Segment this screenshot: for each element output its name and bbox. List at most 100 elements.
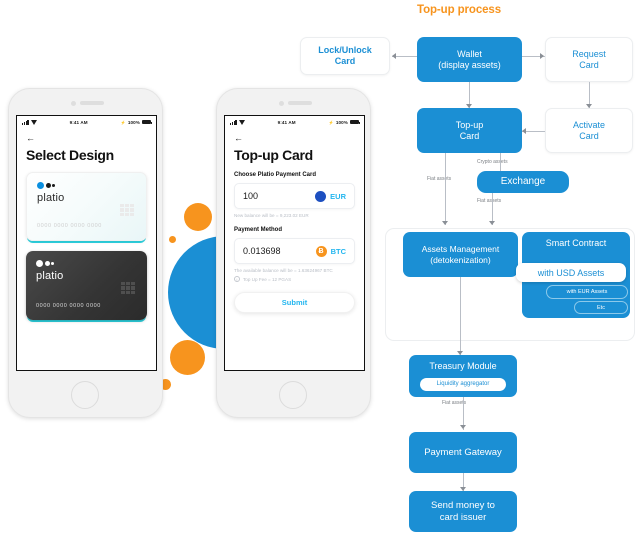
node-smart-contract-etc-label: Etc	[597, 304, 605, 311]
node-send-money[interactable]: Send money to card issuer	[409, 491, 517, 532]
design-card-light[interactable]: platio 0000 0000 0000 0000	[26, 172, 147, 241]
phone-right-body: ← Top-up Card Choose Platio Payment Card…	[225, 128, 364, 313]
back-button-left[interactable]: ←	[26, 134, 147, 143]
node-activate-card[interactable]: Activate Card	[545, 108, 633, 153]
node-lock-unlock-card-label: Lock/Unlock Card	[318, 45, 372, 66]
node-exchange-label: Exchange	[500, 175, 546, 187]
node-assets-management[interactable]: Assets Management (detokenization)	[403, 232, 518, 277]
status-time: 9:41 AM	[69, 119, 88, 125]
card-number-dark: 0000 0000 0000 0000	[36, 303, 101, 309]
node-lock-unlock-card[interactable]: Lock/Unlock Card	[300, 37, 390, 75]
card-brand-dark: platio	[36, 270, 64, 282]
node-assets-management-label: Assets Management (detokenization)	[421, 244, 500, 265]
phone-speaker	[80, 101, 104, 105]
currency-selector-eur[interactable]: EUR	[315, 190, 346, 202]
node-liquidity-aggregator[interactable]: Liquidity aggregator	[420, 378, 506, 391]
arrow-treasury-to-gateway	[460, 425, 466, 429]
status-battery-group: ⚡ 100%	[120, 119, 152, 125]
info-icon: i	[234, 276, 240, 282]
phone-camera-icon-right	[279, 101, 284, 106]
status-battery-percent-right: 100%	[335, 119, 348, 125]
battery-icon	[142, 119, 152, 125]
card-number-light: 0000 0000 0000 0000	[37, 223, 102, 229]
arrow-exchange-to-assets	[489, 221, 495, 225]
battery-icon-right	[350, 119, 360, 125]
status-battery-percent: 100%	[127, 119, 140, 125]
btc-coin-icon: Ƀ	[315, 245, 327, 257]
page-title-topup-card: Top-up Card	[234, 147, 313, 163]
arrow-wallet-to-request	[540, 53, 544, 59]
phone-camera-icon	[71, 101, 76, 106]
edge-label-fiat-left: Fiat assets	[427, 176, 452, 182]
status-signal-group	[22, 119, 37, 125]
node-smart-contract-usd-label: with USD Assets	[537, 267, 605, 278]
charging-bolt-icon-right: ⚡	[328, 119, 334, 125]
payment-method-label: Payment Method	[234, 227, 283, 233]
status-time-right: 9:41 AM	[277, 119, 296, 125]
node-smart-contract-etc[interactable]: Etc	[574, 301, 628, 314]
home-button-right[interactable]	[279, 381, 307, 409]
decor-circle-orange-top	[184, 203, 212, 231]
currency-code-btc: BTC	[330, 246, 346, 256]
wifi-icon	[30, 119, 37, 125]
node-treasury-module[interactable]: Treasury Module Liquidity aggregator	[409, 355, 517, 397]
node-smart-contract-eur[interactable]: with EUR Assets	[546, 285, 628, 299]
phone-right: 9:41 AM ⚡ 100% ← Top-up Card Choose Plat…	[216, 88, 371, 418]
design-card-dark[interactable]: platio 0000 0000 0000 0000	[26, 251, 147, 320]
card-brand-light: platio	[37, 192, 65, 204]
phone-left-screen: 9:41 AM ⚡ 100% ← Select Design platio 00…	[16, 115, 157, 371]
status-signal-group-right	[230, 119, 245, 125]
node-payment-gateway[interactable]: Payment Gateway	[409, 432, 517, 473]
card-chip-icon-light	[120, 204, 134, 216]
node-request-card-label: Request Card	[572, 48, 606, 70]
edge-topup-to-assets	[445, 153, 446, 225]
back-button-right[interactable]: ←	[234, 134, 355, 143]
status-battery-group-right: ⚡ 100%	[328, 119, 360, 125]
topup-fee-text: Top Up Fee = 12 PGAS	[243, 276, 292, 282]
status-bar-right: 9:41 AM ⚡ 100%	[225, 116, 364, 128]
edge-topup-to-exchange	[500, 153, 501, 171]
currency-code-eur: EUR	[330, 191, 346, 201]
platio-logo-icon	[37, 182, 136, 189]
crypto-value: 0.013698	[243, 246, 281, 256]
node-exchange[interactable]: Exchange	[477, 171, 569, 193]
screenshot-root: 9:41 AM ⚡ 100% ← Select Design platio 00…	[0, 0, 640, 537]
available-balance-hint: The available balance will be = 1.636249…	[234, 268, 333, 273]
node-topup-card[interactable]: Top-up Card	[417, 108, 522, 153]
submit-button[interactable]: Submit	[234, 292, 355, 313]
wifi-icon-right	[238, 119, 245, 125]
platio-logo-icon-dark	[36, 260, 137, 267]
topup-fee-row: i Top Up Fee = 12 PGAS	[234, 276, 355, 282]
currency-selector-btc[interactable]: Ƀ BTC	[315, 245, 346, 257]
arrow-activate-to-topup	[522, 128, 526, 134]
edge-label-crypto-assets: Crypto assets	[477, 159, 508, 165]
edge-assets-to-treasury	[460, 277, 461, 355]
phone-left: 9:41 AM ⚡ 100% ← Select Design platio 00…	[8, 88, 163, 418]
node-request-card[interactable]: Request Card	[545, 37, 633, 82]
amount-input-btc[interactable]: 0.013698 Ƀ BTC	[234, 238, 355, 264]
choose-card-label: Choose Platio Payment Card	[234, 172, 317, 178]
amount-value: 100	[243, 191, 259, 201]
eur-coin-icon	[315, 190, 327, 202]
node-smart-contract-eur-label: with EUR Assets	[566, 289, 608, 295]
decor-circle-orange-bottom	[170, 340, 205, 375]
cellular-signal-icon-right	[230, 119, 237, 125]
node-smart-contract-usd[interactable]: with USD Assets	[516, 263, 626, 282]
phone-right-screen: 9:41 AM ⚡ 100% ← Top-up Card Choose Plat…	[224, 115, 365, 371]
node-wallet[interactable]: Wallet (display assets)	[417, 37, 522, 82]
node-treasury-module-label: Treasury Module	[429, 361, 497, 371]
charging-bolt-icon: ⚡	[120, 119, 126, 125]
phone-speaker-right	[288, 101, 312, 105]
node-payment-gateway-label: Payment Gateway	[424, 446, 502, 458]
amount-input-eur[interactable]: 100 EUR	[234, 183, 355, 209]
node-topup-card-label: Top-up Card	[455, 119, 484, 141]
node-send-money-label: Send money to card issuer	[431, 499, 495, 523]
cellular-signal-icon	[22, 119, 29, 125]
node-activate-card-label: Activate Card	[572, 119, 605, 141]
phone-left-body: ← Select Design platio 0000 0000 0000 00…	[17, 128, 156, 320]
arrow-topup-to-assets	[442, 221, 448, 225]
home-button-left[interactable]	[71, 381, 99, 409]
new-balance-hint: New balance will be = 9,223.02 EUR	[234, 213, 309, 218]
node-smart-contract-label: Smart Contract	[545, 238, 607, 248]
page-title-select-design: Select Design	[26, 147, 114, 163]
